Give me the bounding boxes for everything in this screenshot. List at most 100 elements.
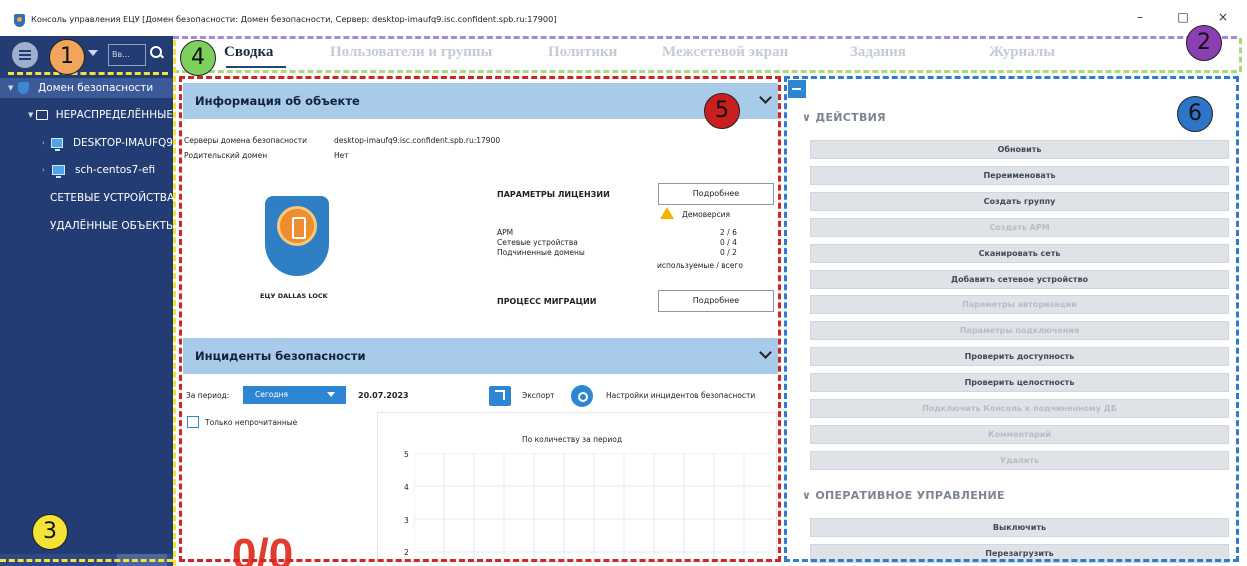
action-button[interactable]: Параметры авторизации [810,295,1229,315]
expand-arrow-icon[interactable]: › [42,139,51,147]
monitor-icon [52,165,65,178]
tree-item-centos[interactable]: › sch-centos7-efi [0,160,173,180]
sidebar-footer [0,554,173,566]
action-button[interactable]: Параметры подключения [810,321,1229,341]
license-row-label: АРМ [497,228,514,237]
maximize-button[interactable]: □ [1174,10,1192,24]
annotation-badge-6: 6 [1177,96,1213,132]
chevron-down-icon[interactable] [759,91,772,104]
operational-action-button[interactable]: Выключить [810,518,1229,537]
logo-caption: ЕЦУ DALLAS LOCK [260,292,328,300]
annotation-badge-1: 1 [49,39,85,75]
chevron-down-icon: ∨ [802,111,816,124]
tree-item-label: Домен безопасности [38,82,154,94]
expand-arrow-icon[interactable]: › [42,166,52,174]
app-shield-icon [14,14,25,27]
operational-heading[interactable]: ∨ ОПЕРАТИВНОЕ УПРАВЛЕНИЕ [802,489,1005,502]
settings-icon[interactable] [571,385,593,407]
action-button[interactable]: Создать АРМ [810,217,1229,237]
period-date: 20.07.2023 [358,391,409,400]
migration-title: ПРОЦЕСС МИГРАЦИИ [497,297,597,306]
export-label[interactable]: Экспорт [522,391,555,400]
chevron-down-icon[interactable] [759,346,772,359]
used-total-caption: используемые / всего [657,261,743,270]
parent-domain-value: Нет [334,151,349,160]
annotation-badge-4: 4 [180,40,216,76]
tab-summary[interactable]: Сводка [224,44,273,61]
section-title: Информация об объекте [195,94,360,108]
object-info-header[interactable]: Информация об объекте [183,83,778,119]
action-button[interactable]: Создать группу [810,191,1229,211]
incidents-header[interactable]: Инциденты безопасности [183,338,778,374]
hamburger-menu-button[interactable] [12,42,38,68]
search-icon[interactable] [149,44,165,62]
close-button[interactable]: × [1214,10,1232,24]
tab-logs[interactable]: Журналы [989,44,1055,61]
tab-policies[interactable]: Политики [548,44,617,61]
chart-grid [414,453,774,563]
action-button[interactable]: Проверить целостность [810,373,1229,393]
chart-title: По количеству за период [522,435,623,444]
period-select[interactable]: Сегодня [243,386,346,404]
active-tab-indicator [226,66,286,68]
tree-item-label: УДАЛЁННЫЕ ОБЪЕКТЫ [50,220,173,232]
dallas-lock-logo-icon [265,196,329,276]
y-tick-label: 3 [404,516,409,525]
annotation-frame-2 [173,36,1237,39]
action-button[interactable]: Подключить Консоль к подчиненному ДБ [810,399,1229,418]
tree-item-unassigned[interactable]: ▼ НЕРАСПРЕДЕЛЁННЫЕ [0,105,173,125]
unread-only-label: Только непрочитанные [205,418,298,427]
y-tick-label: 2 [404,548,409,557]
shield-icon [18,82,29,94]
period-label: За период: [186,391,230,400]
action-button[interactable]: Обновить [810,140,1229,159]
action-button[interactable]: Удалить [810,450,1229,470]
expand-arrow-icon[interactable]: ▼ [28,111,36,119]
license-row-value: 2 / 6 [720,228,737,237]
tree-item-deleted-objects[interactable]: УДАЛЁННЫЕ ОБЪЕКТЫ [0,216,173,236]
object-tree-sidebar: Вв... ▼ Домен безопасности ▼ НЕРАСПРЕДЕЛ… [0,36,173,566]
tab-tasks[interactable]: Задания [850,44,906,61]
tab-users-groups[interactable]: Пользователи и группы [330,44,492,61]
y-tick-label: 5 [404,450,409,459]
license-details-button[interactable]: Подробнее [658,183,774,205]
action-button[interactable]: Проверить доступность [810,347,1229,367]
license-row-value: 0 / 4 [720,238,737,247]
chevron-down-icon[interactable] [88,50,98,56]
tree-item-domain[interactable]: ▼ Домен безопасности [0,78,173,98]
servers-label: Серверы домена безопасности [184,136,307,145]
warning-icon [660,207,674,219]
annotation-badge-2: 2 [1186,25,1222,61]
expand-arrow-icon[interactable]: ▼ [8,84,18,92]
folder-outline-icon [36,110,48,120]
action-button[interactable]: Комментарий [810,424,1229,444]
license-row-value: 0 / 2 [720,248,737,257]
incidents-chart: По количеству за период 5 4 3 2 [377,412,777,563]
tree-item-label: НЕРАСПРЕДЕЛЁННЫЕ [55,109,173,121]
tab-firewall[interactable]: Межсетевой экран [662,44,788,61]
tree-item-label: СЕТЕВЫЕ УСТРОЙСТВА [50,192,173,204]
action-button[interactable]: Добавить сетевое устройство [810,269,1229,289]
action-button[interactable]: Сканировать сеть [810,243,1229,263]
export-icon[interactable] [489,386,511,406]
minimize-button[interactable]: – [1131,10,1149,24]
license-row-label: Сетевые устройства [497,238,578,247]
actions-heading[interactable]: ∨ ДЕЙСТВИЯ [802,111,886,124]
license-title: ПАРАМЕТРЫ ЛИЦЕНЗИИ [497,190,610,199]
window-title: Консоль управления ЕЦУ [Домен безопаснос… [31,14,557,24]
unread-only-checkbox[interactable] [187,416,199,428]
tree-item-desktop[interactable]: › DESKTOP-IMAUFQ9 [0,133,173,153]
title-bar: Консоль управления ЕЦУ [Домен безопаснос… [0,0,1247,36]
panel-toggle-icon[interactable] [788,80,806,98]
tree-item-network-devices[interactable]: СЕТЕВЫЕ УСТРОЙСТВА [0,188,173,208]
y-tick-label: 4 [404,483,409,492]
sidebar-footer-button[interactable] [117,554,167,566]
operational-action-button[interactable]: Перезагрузить [810,544,1229,563]
section-title: Инциденты безопасности [195,349,366,363]
incident-settings-label[interactable]: Настройки инцидентов безопасности [606,391,776,400]
tree-item-label: DESKTOP-IMAUFQ9 [72,137,173,149]
search-input[interactable]: Вв... [108,44,146,66]
action-button[interactable]: Переименовать [810,165,1229,185]
migration-details-button[interactable]: Подробнее [658,290,774,312]
demo-version-label: Демоверсия [682,210,731,219]
